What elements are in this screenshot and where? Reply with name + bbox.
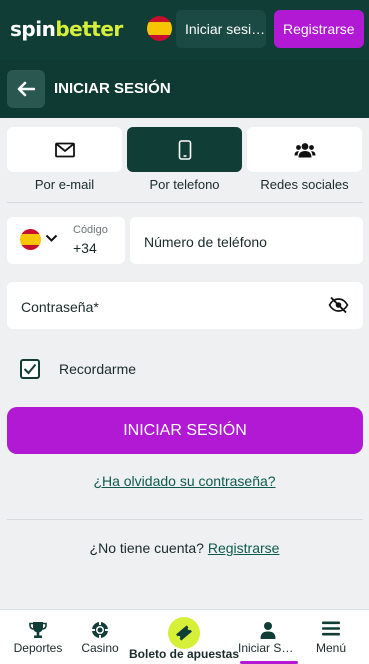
nav-menu[interactable]: Menú — [302, 610, 360, 664]
tab-phone[interactable] — [127, 127, 242, 172]
no-account-text: ¿No tiene cuenta? Registrarse — [0, 540, 369, 556]
page-titlebar: INICIAR SESIÓN — [0, 60, 369, 118]
spain-flag-icon — [20, 229, 41, 250]
phone-number-placeholder: Número de teléfono — [144, 234, 267, 250]
tab-social[interactable] — [247, 127, 362, 172]
password-placeholder: Contraseña* — [21, 299, 99, 315]
country-code-label: Código — [73, 224, 108, 236]
nav-bet-slip-label[interactable]: Boleto de apuestas — [124, 647, 244, 661]
envelope-icon — [54, 142, 75, 157]
tab-phone-label: Por telefono — [149, 177, 220, 192]
user-icon — [260, 622, 276, 639]
trophy-icon — [29, 622, 47, 638]
forgot-password-link[interactable]: ¿Ha olvidado su contraseña? — [0, 473, 369, 489]
mobile-phone-icon — [178, 139, 191, 160]
logo-text-spin: spin — [10, 17, 56, 41]
eye-slash-icon[interactable] — [328, 296, 349, 314]
nav-casino-label: Casino — [81, 641, 119, 655]
divider — [7, 519, 363, 520]
tab-email[interactable] — [7, 127, 122, 172]
login-submit-button[interactable]: INICIAR SESIÓN — [7, 407, 363, 454]
tab-email-label: Por e-mail — [34, 177, 95, 192]
nav-bet-slip[interactable] — [168, 617, 200, 649]
hamburger-menu-icon — [322, 621, 340, 636]
country-code-select[interactable]: Código +34 — [7, 217, 125, 264]
divider — [7, 202, 363, 203]
nav-casino[interactable]: Casino — [70, 610, 130, 664]
users-icon — [294, 142, 315, 157]
checkmark-icon — [23, 363, 37, 375]
phone-number-input[interactable]: Número de teléfono — [130, 217, 363, 264]
password-input[interactable]: Contraseña* — [7, 282, 363, 329]
register-link[interactable]: Registrarse — [208, 540, 280, 556]
nav-menu-label: Menú — [315, 641, 347, 655]
tab-social-label: Redes sociales — [260, 177, 349, 192]
nav-login-label: Iniciar Sesión — [238, 641, 298, 655]
top-header: spinbetter Iniciar sesión Registrarse — [0, 0, 369, 60]
logo-text-better: better — [55, 17, 123, 41]
header-register-button[interactable]: Registrarse — [274, 10, 364, 48]
ticket-icon — [176, 625, 192, 641]
nav-sports-label: Deportes — [13, 641, 63, 655]
remember-label: Recordarme — [59, 361, 137, 377]
chevron-down-icon — [45, 234, 58, 242]
casino-chip-icon — [92, 622, 108, 638]
nav-sports[interactable]: Deportes — [6, 610, 70, 664]
no-account-label: ¿No tiene cuenta? — [89, 540, 204, 556]
spinbetter-logo[interactable]: spinbetter — [10, 17, 123, 41]
spain-flag-icon[interactable] — [147, 16, 172, 41]
nav-login[interactable]: Iniciar Sesión — [238, 610, 298, 664]
header-login-button[interactable]: Iniciar sesión — [176, 10, 266, 48]
remember-checkbox[interactable] — [20, 359, 40, 379]
arrow-left-icon — [17, 81, 35, 97]
back-button[interactable] — [7, 70, 45, 108]
page-title: INICIAR SESIÓN — [54, 80, 171, 97]
country-code-value: +34 — [73, 240, 97, 256]
